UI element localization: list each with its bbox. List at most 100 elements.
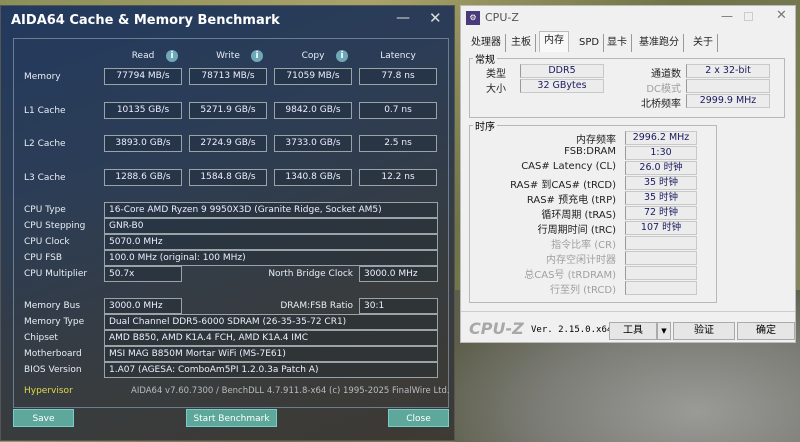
save-button[interactable]: Save	[13, 409, 74, 427]
timing-label: CAS# Latency (CL)	[521, 161, 616, 172]
nb-freq-label: 北桥频率	[641, 99, 681, 110]
bios-value: 1.A07 (AGESA: ComboAm5PI 1.2.0.3a Patch …	[104, 362, 438, 378]
dram-fsb-label: DRAM:FSB Ratio	[280, 301, 353, 311]
group-title: 常规	[473, 51, 497, 66]
size-label: 大小	[486, 84, 506, 95]
tab-5[interactable]: 基准跑分	[635, 34, 684, 52]
tab-3[interactable]: SPD	[575, 34, 605, 52]
nb-clock-value: 3000.0 MHz	[359, 266, 438, 282]
cpu-multiplier-value: 50.7x	[104, 266, 182, 282]
close-button[interactable]: Close	[388, 409, 449, 427]
cpuz-app-icon: ⚙	[466, 11, 480, 25]
minimize-button[interactable]: —	[396, 10, 410, 26]
tab-0[interactable]: 处理器	[467, 34, 506, 52]
timing-label: 行至列 (tRCD)	[549, 285, 616, 296]
dram-fsb-value: 30:1	[359, 298, 438, 314]
timing-value	[625, 281, 697, 295]
cpu-type-label: CPU Type	[24, 205, 66, 215]
timing-label: FSB:DRAM	[564, 146, 616, 157]
close-window-button[interactable]: ✕	[429, 9, 442, 27]
timing-value: 26.0 时钟	[625, 161, 697, 175]
cpu-stepping-value: GNR-B0	[104, 218, 438, 234]
timing-value: 35 时钟	[625, 191, 697, 205]
motherboard-label: Motherboard	[24, 349, 82, 359]
column-header-latency: Latency	[380, 51, 416, 61]
type-label: 类型	[486, 69, 506, 80]
start-benchmark-button[interactable]: Start Benchmark	[186, 409, 277, 427]
info-icon[interactable]: i	[251, 50, 263, 62]
memory-type-label: Memory Type	[24, 317, 85, 327]
timing-label: 内存空闲计时器	[546, 255, 616, 266]
timing-label: 循环周期 (tRAS)	[541, 210, 616, 221]
cpu-type-value: 16-Core AMD Ryzen 9 9950X3D (Granite Rid…	[104, 202, 438, 218]
result-value: 10135 GB/s	[104, 102, 182, 119]
memory-bus-value: 3000.0 MHz	[104, 298, 182, 314]
timing-value: 107 时钟	[625, 221, 697, 235]
tab-2[interactable]: 内存	[539, 31, 569, 52]
timing-value: 1:30	[625, 146, 697, 160]
timing-label: RAS# 预充电 (tRP)	[526, 195, 616, 206]
maximize-button[interactable]	[744, 12, 753, 21]
window-title: AIDA64 Cache & Memory Benchmark	[11, 13, 280, 28]
size-value: 32 GBytes	[520, 79, 604, 93]
result-value: 2.5 ns	[359, 135, 437, 152]
memory-bus-label: Memory Bus	[24, 301, 81, 311]
close-window-button[interactable]: ✕	[776, 8, 787, 23]
result-value: 1340.8 GB/s	[274, 169, 352, 186]
channels-value: 2 x 32-bit	[686, 64, 770, 78]
row-label: L1 Cache	[24, 106, 66, 116]
version-label: Ver. 2.15.0.x64	[531, 325, 613, 335]
result-value: 12.2 ns	[359, 169, 437, 186]
dc-mode-value	[686, 79, 770, 93]
row-label: L2 Cache	[24, 139, 66, 149]
channels-label: 通道数	[651, 69, 681, 80]
hypervisor-link[interactable]: Hypervisor	[24, 386, 73, 396]
cpu-multiplier-label: CPU Multiplier	[24, 269, 88, 279]
tab-6[interactable]: 关于	[689, 34, 718, 52]
timing-label: 行周期时间 (tRC)	[537, 225, 616, 236]
result-value: 71059 MB/s	[274, 68, 352, 85]
validate-button[interactable]: 验证	[673, 322, 735, 340]
type-value: DDR5	[520, 64, 604, 78]
result-value: 2724.9 GB/s	[189, 135, 267, 152]
result-value: 1288.6 GB/s	[104, 169, 182, 186]
result-value: 78713 MB/s	[189, 68, 267, 85]
cpu-clock-label: CPU Clock	[24, 237, 70, 247]
timing-label: 总CAS号 (tRDRAM)	[524, 270, 616, 281]
timing-value: 35 时钟	[625, 176, 697, 190]
tab-1[interactable]: 主板	[507, 34, 536, 52]
tools-button[interactable]: 工具	[609, 322, 657, 340]
nb-clock-label: North Bridge Clock	[268, 269, 353, 279]
tab-4[interactable]: 显卡	[603, 34, 632, 52]
result-value: 3893.0 GB/s	[104, 135, 182, 152]
tools-dropdown-arrow-icon[interactable]: ▼	[657, 322, 671, 340]
ok-button[interactable]: 确定	[737, 322, 795, 340]
cpu-fsb-label: CPU FSB	[24, 253, 63, 263]
timing-value: 72 时钟	[625, 206, 697, 220]
chipset-label: Chipset	[24, 333, 58, 343]
minimize-button[interactable]: —	[721, 9, 733, 23]
cpu-stepping-label: CPU Stepping	[24, 221, 86, 231]
dc-mode-label: DC模式	[646, 84, 681, 95]
version-footer: AIDA64 v7.60.7300 / BenchDLL 4.7.911.8-x…	[131, 386, 450, 396]
result-value: 0.7 ns	[359, 102, 437, 119]
nb-freq-value: 2999.9 MHz	[686, 94, 770, 108]
row-label: Memory	[24, 72, 61, 82]
timing-value	[625, 266, 697, 280]
row-label: L3 Cache	[24, 173, 66, 183]
result-value: 3733.0 GB/s	[274, 135, 352, 152]
aida64-window: AIDA64 Cache & Memory Benchmark — ✕ Read…	[0, 5, 455, 441]
memory-type-value: Dual Channel DDR5-6000 SDRAM (26-35-35-7…	[104, 314, 438, 330]
result-value: 77.8 ns	[359, 68, 437, 85]
cpu-clock-value: 5070.0 MHz	[104, 234, 438, 250]
divider	[461, 311, 795, 312]
result-value: 77794 MB/s	[104, 68, 182, 85]
info-icon[interactable]: i	[166, 50, 178, 62]
timing-label: 指令比率 (CR)	[551, 240, 616, 251]
motherboard-value: MSI MAG B850M Mortar WiFi (MS-7E61)	[104, 346, 438, 362]
cpuz-logo: CPU-Z	[469, 319, 524, 338]
result-value: 9842.0 GB/s	[274, 102, 352, 119]
info-icon[interactable]: i	[336, 50, 348, 62]
cpu-fsb-value: 100.0 MHz (original: 100 MHz)	[104, 250, 438, 266]
result-value: 1584.8 GB/s	[189, 169, 267, 186]
